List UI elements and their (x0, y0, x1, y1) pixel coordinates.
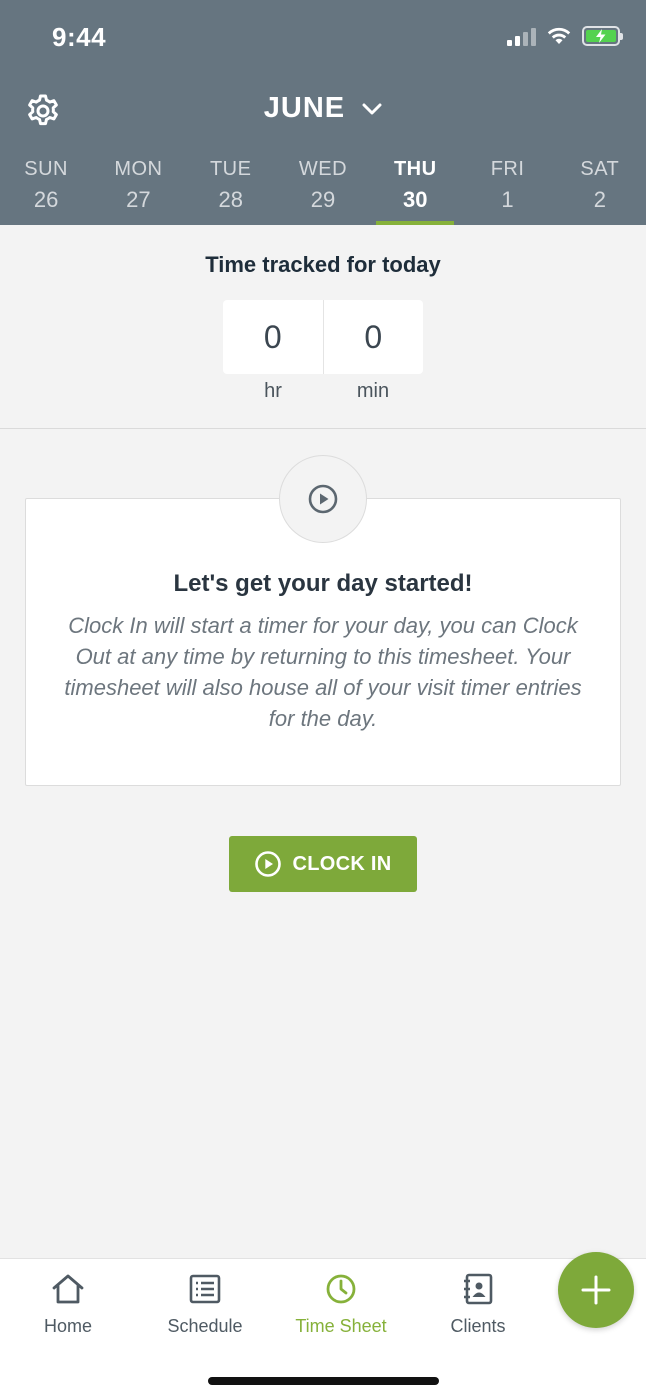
day-name: MON (114, 158, 163, 180)
chevron-down-icon (362, 103, 382, 115)
clock-icon (326, 1274, 356, 1304)
section-divider (0, 428, 646, 429)
day-fri[interactable]: FRI 1 (461, 158, 553, 225)
wifi-icon (547, 27, 571, 44)
home-indicator (208, 1377, 439, 1385)
nav-label: Home (43, 1316, 92, 1336)
play-circle-icon (255, 851, 282, 877)
week-day-strip: SUN 26 MON 27 TUE 28 WED 29 THU 30 FRI 1 (0, 158, 646, 225)
contacts-icon (464, 1273, 493, 1305)
day-sat[interactable]: SAT 2 (554, 158, 646, 225)
nav-schedule[interactable]: Schedule (145, 1273, 265, 1337)
hours-label: hr (264, 380, 282, 402)
signal-icon (507, 26, 536, 46)
nav-label: Schedule (167, 1316, 243, 1336)
card-title: Let's get your day started! (173, 570, 473, 597)
play-circle-icon (308, 484, 338, 514)
card-body: Clock In will start a timer for your day… (64, 613, 582, 731)
day-tue[interactable]: TUE 28 (185, 158, 277, 225)
schedule-icon (189, 1274, 221, 1304)
clock-in-button[interactable]: CLOCK IN (229, 836, 417, 892)
day-mon[interactable]: MON 27 (92, 158, 184, 225)
day-date: 1 (501, 187, 514, 212)
month-label: JUNE (263, 92, 346, 124)
month-selector[interactable]: JUNE (0, 92, 646, 125)
day-name: WED (298, 158, 348, 180)
day-name: FRI (490, 158, 525, 180)
day-sun[interactable]: SUN 26 (0, 158, 92, 225)
nav-time-sheet[interactable]: Time Sheet (281, 1273, 401, 1337)
day-date: 27 (126, 187, 151, 212)
day-name: SUN (24, 158, 68, 180)
day-name: TUE (209, 158, 252, 180)
day-wed[interactable]: WED 29 (277, 158, 369, 225)
minutes-value: 0 (322, 300, 424, 374)
hours-value: 0 (263, 318, 282, 355)
time-unit-labels: hr min (223, 380, 423, 403)
clock-in-label: CLOCK IN (292, 852, 392, 875)
battery-icon (582, 26, 623, 46)
day-date: 26 (33, 187, 59, 212)
nav-home[interactable]: Home (8, 1273, 128, 1337)
minutes-label: min (356, 380, 390, 402)
day-name: SAT (580, 158, 620, 180)
time-tracked-display: 0 0 (223, 300, 423, 374)
day-date: 30 (403, 187, 428, 212)
status-icons (507, 26, 623, 46)
status-time: 9:44 (52, 22, 107, 52)
header: 9:44 JUNE SUN 26 MON 27 TUE 28 WED 29 TH… (0, 0, 646, 225)
nav-label: Time Sheet (295, 1316, 387, 1336)
nav-clients[interactable]: Clients (418, 1273, 538, 1337)
day-date: 28 (218, 187, 243, 212)
day-name: THU (393, 158, 437, 180)
day-date: 29 (310, 187, 336, 212)
add-button[interactable] (558, 1252, 634, 1328)
plus-icon (581, 1275, 611, 1305)
time-sheet-screen: 9:44 JUNE SUN 26 MON 27 TUE 28 WED 29 TH… (0, 0, 646, 1398)
card-badge (279, 455, 367, 543)
day-date: 2 (593, 187, 606, 212)
day-thu-selected[interactable]: THU 30 (369, 158, 461, 225)
tracked-title: Time tracked for today (205, 252, 441, 277)
home-icon (52, 1274, 84, 1304)
nav-label: Clients (450, 1316, 506, 1336)
